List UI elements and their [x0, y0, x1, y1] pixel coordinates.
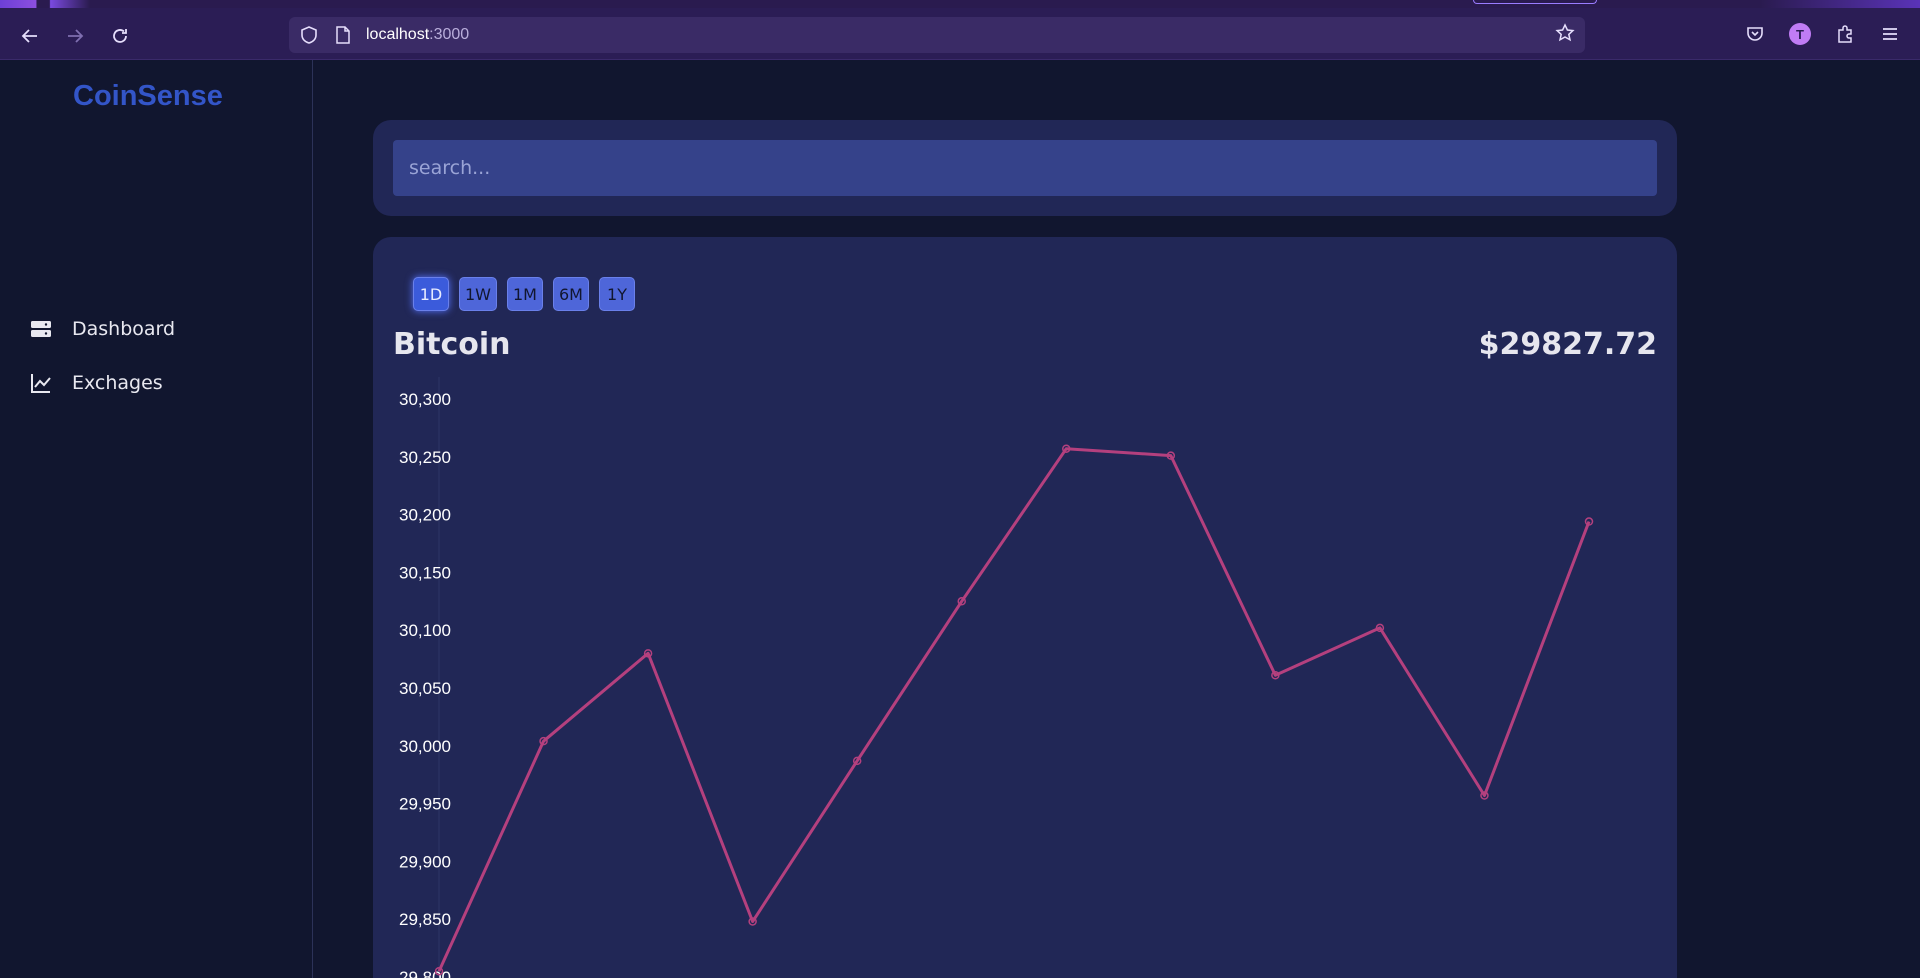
- y-tick-label: 29,850: [399, 910, 451, 929]
- y-tick-label: 30,300: [399, 390, 451, 409]
- range-button-1m[interactable]: 1M: [507, 277, 543, 311]
- sidebar-item-dashboard[interactable]: Dashboard: [30, 313, 175, 345]
- brand-logo[interactable]: CoinSense: [73, 80, 223, 113]
- browser-toolbar: localhost:3000 T: [0, 8, 1920, 60]
- range-button-1d[interactable]: 1D: [413, 277, 449, 311]
- coin-name: Bitcoin: [393, 327, 511, 362]
- y-tick-label: 30,050: [399, 679, 451, 698]
- range-button-1y[interactable]: 1Y: [599, 277, 635, 311]
- y-tick-label: 30,200: [399, 506, 451, 525]
- browser-tab-strip: [0, 0, 1920, 8]
- reload-icon[interactable]: [106, 22, 134, 50]
- coin-chart-card: 1D 1W 1M 6M 1Y Bitcoin $29827.72 29,800 2…: [373, 237, 1677, 978]
- range-button-6m[interactable]: 6M: [553, 277, 589, 311]
- pocket-icon[interactable]: [1743, 22, 1767, 46]
- y-tick-label: 30,250: [399, 448, 451, 467]
- y-tick-label: 30,150: [399, 563, 451, 582]
- hamburger-menu-icon[interactable]: [1878, 22, 1902, 46]
- sidebar: CoinSense Dashboard Exchages: [0, 60, 313, 978]
- sidebar-item-label: Exchages: [72, 372, 163, 394]
- account-avatar[interactable]: T: [1788, 22, 1812, 46]
- server-icon: [31, 321, 51, 337]
- y-tick-label: 30,100: [399, 621, 451, 640]
- forward-arrow-icon[interactable]: [61, 22, 89, 50]
- url-text[interactable]: localhost:3000: [366, 26, 469, 44]
- url-host: localhost: [366, 26, 430, 43]
- search-input[interactable]: [393, 140, 1657, 196]
- price-line-chart[interactable]: 29,800 29,850 29,900 29,950 30,000 30,050 30,1…: [373, 377, 1677, 978]
- sidebar-item-exchanges[interactable]: Exchages: [30, 367, 163, 399]
- y-tick-label: 29,800: [399, 968, 451, 978]
- line-chart-icon: [31, 374, 51, 393]
- page-icon: [336, 26, 350, 44]
- address-bar[interactable]: localhost:3000: [289, 17, 1585, 53]
- y-tick-label: 29,950: [399, 795, 451, 814]
- sidebar-item-label: Dashboard: [72, 318, 176, 340]
- bookmark-star-icon[interactable]: [1553, 23, 1577, 47]
- range-button-1w[interactable]: 1W: [459, 277, 497, 311]
- search-card: [373, 120, 1677, 216]
- shield-icon[interactable]: [299, 25, 319, 45]
- url-port: :3000: [429, 26, 470, 43]
- extensions-puzzle-icon[interactable]: [1833, 22, 1857, 46]
- y-tick-label: 30,000: [399, 737, 451, 756]
- tab-accent: [0, 0, 90, 8]
- price-series-line[interactable]: [437, 447, 1591, 972]
- coin-price: $29827.72: [1478, 327, 1657, 362]
- back-arrow-icon[interactable]: [16, 22, 44, 50]
- tab-accent-right: [1760, 0, 1920, 8]
- time-range-selector: 1D 1W 1M 6M 1Y: [413, 277, 635, 311]
- active-tab-indicator[interactable]: [1473, 0, 1597, 4]
- y-tick-label: 29,900: [399, 852, 451, 871]
